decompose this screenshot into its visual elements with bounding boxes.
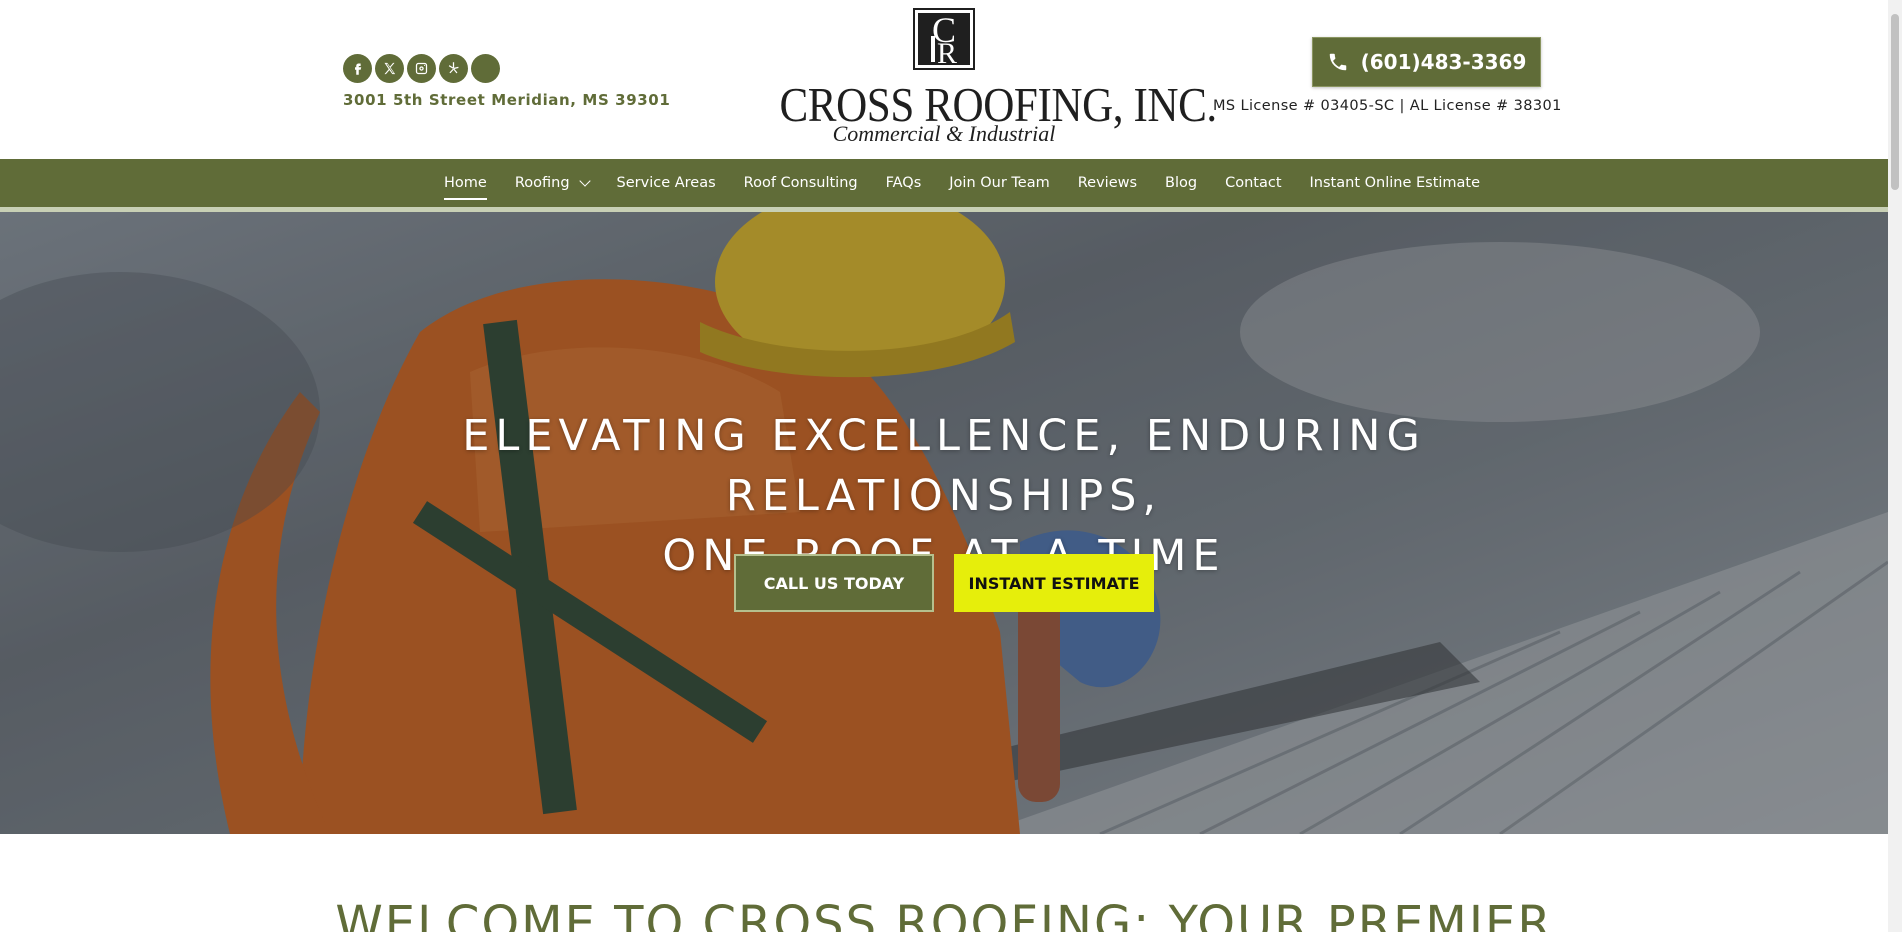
nav-item-service-areas[interactable]: Service Areas bbox=[617, 159, 716, 207]
nav-item-instant-online-estimate[interactable]: Instant Online Estimate bbox=[1310, 159, 1481, 207]
company-logo[interactable]: C R CROSS ROOFING, INC. Commercial & Ind… bbox=[757, 8, 1217, 148]
nav-label: Blog bbox=[1165, 175, 1198, 191]
call-us-today-button[interactable]: CALL US TODAY bbox=[734, 554, 934, 612]
logo-tagline: Commercial & Industrial bbox=[832, 121, 1056, 146]
svg-text:R: R bbox=[937, 37, 957, 70]
top-header: 3001 5th Street Meridian, MS 39301 C R C… bbox=[0, 0, 1888, 159]
instagram-icon[interactable] bbox=[407, 54, 436, 83]
nav-label: Join Our Team bbox=[949, 175, 1050, 191]
yelp-icon[interactable] bbox=[439, 54, 468, 83]
nav-label: Service Areas bbox=[616, 175, 716, 191]
nav-label: FAQs bbox=[885, 175, 922, 191]
nav-item-blog[interactable]: Blog bbox=[1165, 159, 1197, 207]
nav-label: Roofing bbox=[514, 175, 570, 191]
chevron-down-icon bbox=[578, 174, 591, 187]
address-text: 3001 5th Street Meridian, MS 39301 bbox=[343, 91, 671, 109]
nav-item-join-our-team[interactable]: Join Our Team bbox=[949, 159, 1049, 207]
main-nav: Home Roofing Service Areas Roof Consulti… bbox=[0, 159, 1888, 212]
cr-monogram-icon: C R bbox=[913, 8, 975, 70]
scrollbar-thumb[interactable] bbox=[1891, 14, 1899, 190]
facebook-icon[interactable] bbox=[343, 54, 372, 83]
hero-heading-line-1: ELEVATING EXCELLENCE, ENDURING RELATIONS… bbox=[462, 411, 1426, 521]
nav-label: Roof Consulting bbox=[743, 175, 858, 191]
license-text: MS License # 03405-SC | AL License # 383… bbox=[1213, 98, 1562, 114]
x-twitter-icon[interactable] bbox=[375, 54, 404, 83]
blank-social-icon[interactable] bbox=[471, 54, 500, 83]
nav-item-faqs[interactable]: FAQs bbox=[886, 159, 922, 207]
phone-icon bbox=[1329, 53, 1346, 71]
nav-item-contact[interactable]: Contact bbox=[1225, 159, 1281, 207]
nav-item-roofing[interactable]: Roofing bbox=[514, 159, 591, 207]
social-links bbox=[343, 54, 500, 83]
nav-label: Instant Online Estimate bbox=[1309, 175, 1481, 191]
page: 3001 5th Street Meridian, MS 39301 C R C… bbox=[0, 0, 1888, 932]
welcome-heading: WELCOME TO CROSS ROOFING: YOUR PREMIER bbox=[335, 896, 1553, 932]
nav-label: Contact bbox=[1225, 175, 1282, 191]
phone-number: (601)483-3369 bbox=[1360, 50, 1527, 74]
nav-label: Reviews bbox=[1077, 175, 1138, 191]
hero-section: ELEVATING EXCELLENCE, ENDURING RELATIONS… bbox=[0, 212, 1888, 834]
page-scrollbar[interactable] bbox=[1888, 0, 1902, 932]
hero-heading: ELEVATING EXCELLENCE, ENDURING RELATIONS… bbox=[300, 406, 1588, 586]
instant-estimate-button[interactable]: INSTANT ESTIMATE bbox=[954, 554, 1154, 612]
nav-item-home[interactable]: Home bbox=[444, 159, 487, 207]
nav-item-roof-consulting[interactable]: Roof Consulting bbox=[744, 159, 858, 207]
phone-button[interactable]: (601)483-3369 bbox=[1312, 37, 1541, 87]
nav-item-reviews[interactable]: Reviews bbox=[1078, 159, 1137, 207]
nav-label: Home bbox=[444, 175, 487, 191]
